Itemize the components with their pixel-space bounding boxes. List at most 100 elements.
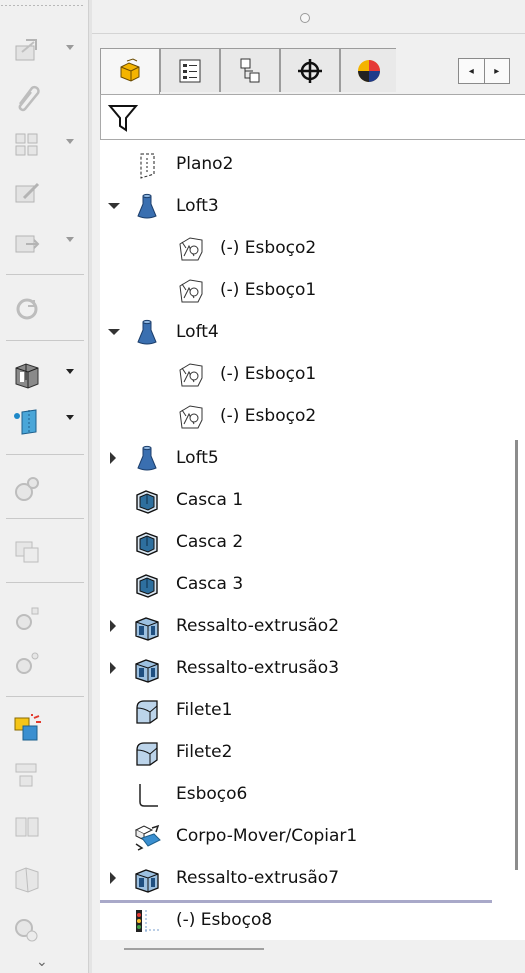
toolbar-separator [6,696,84,697]
plane-icon [140,153,155,179]
expand-arrow-right-icon[interactable] [110,662,116,674]
configurations-button[interactable] [8,472,76,506]
insert-part-icon [15,39,37,61]
smart-mate-icon [16,652,39,674]
extrude-boss-button[interactable] [8,358,76,392]
explode-view-icon [15,817,39,837]
fillet-icon [136,700,158,724]
mate-button[interactable] [8,602,76,636]
tree-item-label: (-) Esboço2 [220,406,317,426]
motion-study-button[interactable] [8,912,76,946]
vertical-scrollbar[interactable] [515,440,518,870]
attachment-button[interactable] [8,80,76,114]
tree-item[interactable]: Ressalto-extrusão7 [100,858,505,900]
move-component-button[interactable] [8,226,76,260]
loft-icon [137,319,157,345]
tree-item-label: (-) Esboço2 [220,238,317,258]
chevron-down-icon[interactable] [66,45,74,50]
align-button[interactable] [8,758,76,792]
pattern-icon [15,133,38,156]
display-states-button[interactable] [8,534,76,568]
configuration-manager-icon [240,58,260,82]
exploded-view-button[interactable] [8,810,76,844]
tree-item[interactable]: (-) Esboço2 [100,228,505,270]
tab-scroll-right-button[interactable]: ▸ [483,59,510,83]
tab-configuration-manager[interactable] [220,48,280,92]
panel-resize-grip-icon[interactable] [300,13,310,23]
tab-scroll-left-button[interactable]: ◂ [459,59,484,83]
tree-item[interactable]: Plano2 [100,144,505,186]
chevron-down-icon[interactable] [66,415,74,420]
tree-item[interactable]: Casca 2 [100,522,505,564]
manager-tabs: ◂ ▸ [100,48,525,94]
tree-item[interactable]: Ressalto-extrusão3 [100,648,505,690]
smart-mates-button[interactable] [8,646,76,680]
toolbar-separator [6,340,84,341]
tree-item[interactable]: Filete1 [100,690,505,732]
reference-geometry-button[interactable] [8,404,76,438]
feature-manager-icon [120,57,140,82]
tree-item[interactable]: (-) Esboço2 [100,396,505,438]
tree-item[interactable]: (-) Esboço8 [100,900,505,942]
feature-tree-filter[interactable] [100,94,525,140]
expand-arrow-right-icon[interactable] [110,872,116,884]
tab-dimxpert-manager[interactable] [280,48,340,92]
toolbar-separator [6,582,84,583]
tree-item[interactable]: Casca 1 [100,480,505,522]
configurations-icon [15,477,39,501]
tree-item-label: Ressalto-extrusão7 [176,868,340,888]
expand-arrow-down-icon[interactable] [108,329,120,335]
tree-item-label: Loft4 [176,322,219,342]
tree-item-label: Filete2 [176,742,233,762]
boss-extrude-icon [135,869,159,893]
toolbar-overflow-chevron-icon[interactable]: ⌄ [36,954,48,970]
chevron-down-icon[interactable] [66,369,74,374]
dimxpert-icon [298,58,322,83]
fillet-icon [136,742,158,766]
tree-item[interactable]: Filete2 [100,732,505,774]
tab-property-manager[interactable] [160,48,220,92]
filter-icon[interactable] [107,101,139,135]
rollback-bar[interactable] [100,900,492,903]
interference-detection-icon [14,714,41,741]
expand-arrow-right-icon[interactable] [110,452,116,464]
insert-components-button[interactable] [8,34,76,68]
chevron-down-icon[interactable] [66,139,74,144]
boss-extrude-icon [135,617,159,641]
boss-extrude-icon [135,659,159,683]
paperclip-icon [18,85,40,112]
expand-arrow-down-icon[interactable] [108,203,120,209]
tree-item[interactable]: Loft4 [100,312,505,354]
reference-plane-icon [14,409,37,435]
shell-icon [136,490,158,514]
tab-display-manager[interactable] [340,48,396,92]
chevron-down-icon[interactable] [66,237,74,242]
tree-item[interactable]: Casca 3 [100,564,505,606]
toolbar-grip[interactable] [0,4,84,7]
tab-scroll-buttons: ◂ ▸ [458,58,510,84]
sketch-icon [179,405,203,429]
tree-item-label: (-) Esboço1 [220,280,317,300]
tree-item[interactable]: (-) Esboço1 [100,270,505,312]
tree-item[interactable]: Loft5 [100,438,505,480]
rebuild-button[interactable] [8,292,76,326]
tree-item[interactable]: Corpo-Mover/Copiar1 [100,816,505,858]
panel-divider [92,33,525,34]
tree-item[interactable]: Loft3 [100,186,505,228]
tree-item[interactable]: (-) Esboço1 [100,354,505,396]
pattern-button[interactable] [8,128,76,162]
section-view-button[interactable] [8,862,76,896]
sketch-icon [179,237,203,261]
rebuild-icon [16,298,38,320]
tree-item[interactable]: Esboço6 [100,774,505,816]
horizontal-scrollbar[interactable] [124,948,264,950]
expand-arrow-right-icon[interactable] [110,620,116,632]
tree-item-label: Filete1 [176,700,233,720]
property-manager-icon [179,59,201,82]
tree-item-label: Casca 3 [176,574,244,594]
tree-item[interactable]: Ressalto-extrusão2 [100,606,505,648]
tree-item-label: Ressalto-extrusão2 [176,616,340,636]
interference-detection-button[interactable] [8,712,76,746]
tab-feature-manager[interactable] [100,48,160,94]
edit-component-button[interactable] [8,176,76,210]
